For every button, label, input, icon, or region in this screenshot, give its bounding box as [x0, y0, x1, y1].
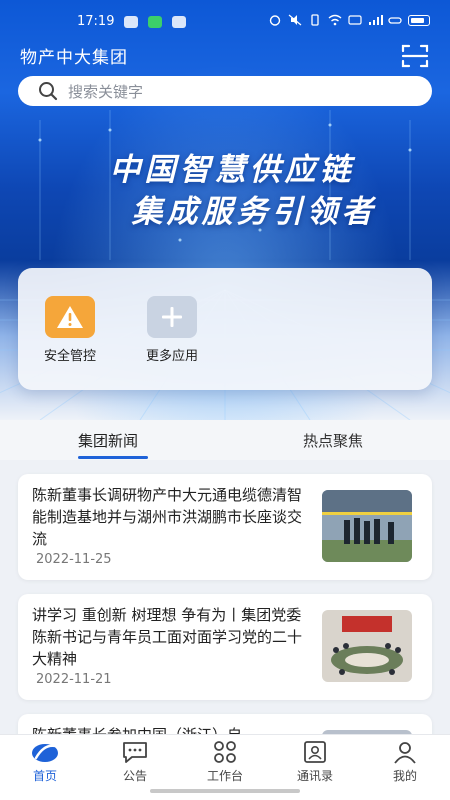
news-title: 陈新董事长参加中国（浙江）自	[32, 724, 308, 734]
app-label: 更多应用	[145, 349, 198, 364]
news-date: 2022-11-21	[36, 672, 112, 687]
hd-icon	[348, 14, 362, 26]
search-placeholder: 搜索关键字	[68, 82, 144, 101]
wechat-icon	[148, 16, 162, 28]
news-date: 2022-11-25	[36, 552, 112, 567]
nav-label: 通讯录	[296, 769, 333, 783]
tab-hot-topics[interactable]: 热点聚焦	[303, 430, 363, 451]
nav-label: 我的	[392, 769, 417, 783]
nav-label: 首页	[32, 769, 57, 783]
app-safety-control[interactable]: 安全管控	[30, 296, 110, 364]
nav-profile[interactable]: 我的	[370, 739, 440, 784]
battery-icon	[408, 14, 430, 26]
search-bar[interactable]: 搜索关键字	[18, 76, 432, 106]
news-tabs: 集团新闻 热点聚焦	[0, 420, 450, 460]
tab-group-news[interactable]: 集团新闻	[78, 430, 138, 451]
quick-apps-card: 安全管控 更多应用	[18, 268, 432, 390]
banner-slogan-line2: 集成服务引领者	[131, 194, 377, 230]
active-tab-indicator	[78, 456, 148, 459]
home-icon	[30, 739, 60, 765]
status-icons	[268, 14, 430, 26]
wifi-icon	[328, 14, 342, 26]
workbench-icon	[210, 739, 240, 765]
mute-icon	[288, 14, 302, 26]
nav-label: 公告	[122, 769, 147, 783]
news-thumbnail	[322, 610, 412, 682]
profile-icon	[390, 739, 420, 765]
alarm-icon	[268, 14, 282, 26]
announcement-icon	[120, 739, 150, 765]
contacts-icon	[300, 739, 330, 765]
signal-icon	[368, 14, 383, 26]
link-icon	[388, 14, 402, 26]
home-indicator	[150, 789, 300, 793]
news-item[interactable]: 讲学习 重创新 树理想 争有为丨集团党委陈新书记与青年员工面对面学习党的二十大精…	[18, 594, 432, 700]
warning-icon	[45, 296, 95, 338]
nav-contacts[interactable]: 通讯录	[280, 739, 350, 784]
news-title: 陈新董事长调研物产中大元通电缆德清智能制造基地并与湖州市洪湖鹏市长座谈交流	[32, 486, 303, 548]
news-title: 讲学习 重创新 树理想 争有为丨集团党委陈新书记与青年员工面对面学习党的二十大精…	[32, 606, 303, 668]
scan-button[interactable]	[400, 42, 430, 70]
news-thumbnail	[322, 490, 412, 562]
news-item[interactable]: 陈新董事长调研物产中大元通电缆德清智能制造基地并与湖州市洪湖鹏市长座谈交流 20…	[18, 474, 432, 580]
plus-icon	[147, 296, 197, 338]
nav-label: 工作台	[206, 769, 243, 783]
vibrate-icon	[308, 14, 322, 26]
status-bar: 17:19	[0, 8, 450, 36]
brand-title: 物产中大集团	[20, 48, 128, 68]
news-list[interactable]: 陈新董事长调研物产中大元通电缆德清智能制造基地并与湖州市洪湖鹏市长座谈交流 20…	[0, 460, 450, 734]
search-icon	[39, 82, 58, 101]
nav-announcement[interactable]: 公告	[100, 739, 170, 784]
nav-workbench[interactable]: 工作台	[190, 739, 260, 784]
app-more[interactable]: 更多应用	[132, 296, 212, 364]
status-time: 17:19	[77, 14, 115, 29]
message-icon	[172, 16, 186, 28]
notification-app-icon	[124, 16, 138, 28]
app-label: 安全管控	[43, 349, 96, 364]
banner-slogan-line1: 中国智慧供应链	[109, 152, 355, 188]
nav-home[interactable]: 首页	[10, 739, 80, 784]
scan-icon	[401, 44, 429, 68]
news-item[interactable]: 陈新董事长参加中国（浙江）自	[18, 714, 432, 734]
